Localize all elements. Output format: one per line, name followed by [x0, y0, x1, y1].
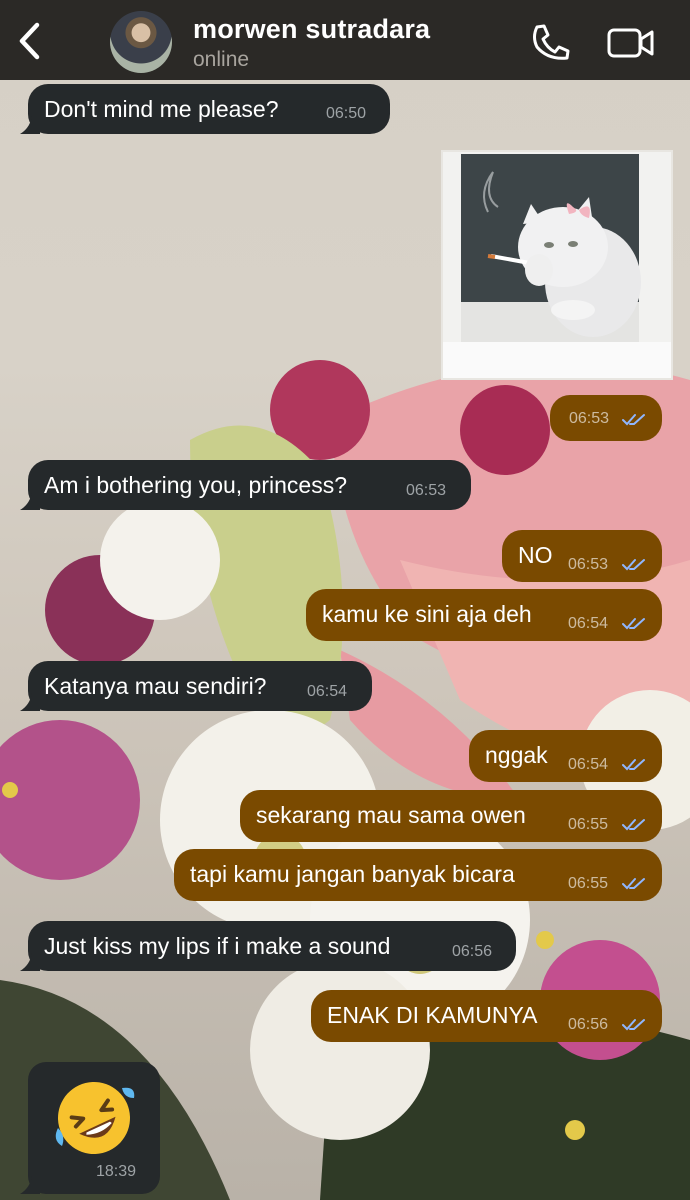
- message-text: Just kiss my lips if i make a sound: [44, 933, 391, 959]
- bubble-tail: [20, 693, 40, 711]
- message-time: 06:54: [307, 683, 348, 700]
- message-bubble-incoming[interactable]: Don't mind me please? 06:50: [20, 84, 390, 134]
- voice-call-button[interactable]: [528, 22, 572, 62]
- message-bubble-outgoing[interactable]: tapi kamu jangan banyak bicara 06:55: [174, 849, 662, 901]
- read-ticks-icon: [622, 1019, 645, 1031]
- bubble-tail: [20, 1176, 40, 1194]
- message-text: kamu ke sini aja deh: [322, 601, 532, 627]
- read-ticks-icon: [622, 618, 645, 630]
- read-ticks-icon: [622, 819, 645, 831]
- message-text: sekarang mau sama owen: [256, 802, 526, 828]
- message-text: Am i bothering you, princess?: [44, 472, 347, 498]
- message-time: 06:53: [406, 482, 447, 499]
- read-ticks-icon: [622, 759, 645, 771]
- message-time: 06:50: [326, 105, 367, 122]
- message-time: 06:53: [569, 410, 610, 427]
- chevron-left-icon: [19, 22, 40, 60]
- message-bubble-outgoing[interactable]: kamu ke sini aja deh 06:54: [306, 589, 662, 641]
- message-bubble-incoming[interactable]: Just kiss my lips if i make a sound 06:5…: [20, 921, 516, 971]
- read-ticks-icon: [622, 559, 645, 571]
- message-text: Don't mind me please?: [44, 96, 279, 122]
- message-text: nggak: [485, 742, 548, 768]
- message-bubble-incoming[interactable]: Am i bothering you, princess? 06:53: [20, 460, 471, 510]
- message-time: 06:54: [568, 615, 609, 632]
- message-bubble-outgoing[interactable]: ENAK DI KAMUNYA 06:56: [311, 990, 662, 1042]
- message-bubble-outgoing-time[interactable]: 06:53: [550, 395, 662, 441]
- message-bubble-incoming-emoji[interactable]: 18:39: [20, 1062, 160, 1194]
- chat-header: morwen sutradara online: [0, 0, 690, 80]
- message-bubble-outgoing[interactable]: nggak 06:54: [469, 730, 662, 782]
- contact-name[interactable]: morwen sutradara: [193, 14, 430, 45]
- message-time: 06:55: [568, 875, 609, 892]
- message-time: 06:55: [568, 816, 609, 833]
- message-bubble-outgoing[interactable]: NO 06:53: [502, 530, 662, 582]
- message-text: tapi kamu jangan banyak bicara: [190, 861, 515, 887]
- message-bubble-incoming[interactable]: Katanya mau sendiri? 06:54: [20, 661, 372, 711]
- read-ticks-icon: [622, 414, 645, 426]
- message-time: 06:56: [452, 943, 493, 960]
- back-button[interactable]: [10, 18, 50, 64]
- phone-icon: [533, 24, 570, 60]
- contact-avatar[interactable]: [110, 11, 172, 73]
- message-text: Katanya mau sendiri?: [44, 673, 267, 699]
- bubble-tail: [20, 116, 40, 134]
- rolling-on-floor-laughing-emoji-icon: [55, 1082, 135, 1154]
- video-call-button[interactable]: [606, 25, 656, 61]
- message-time: 06:54: [568, 756, 609, 773]
- message-time: 18:39: [96, 1163, 137, 1180]
- message-time: 06:56: [568, 1016, 609, 1033]
- bubble-tail: [20, 953, 40, 971]
- video-camera-icon: [607, 28, 654, 58]
- contact-status: online: [193, 48, 250, 71]
- message-bubble-outgoing[interactable]: sekarang mau sama owen 06:55: [240, 790, 662, 842]
- message-time: 06:53: [568, 556, 609, 573]
- cat-with-cigarette-image: [443, 152, 671, 378]
- message-text: NO: [518, 542, 553, 568]
- read-ticks-icon: [622, 878, 645, 890]
- shared-image-cat-sticker[interactable]: [441, 150, 673, 380]
- bubble-tail: [20, 492, 40, 510]
- message-text: ENAK DI KAMUNYA: [327, 1002, 538, 1028]
